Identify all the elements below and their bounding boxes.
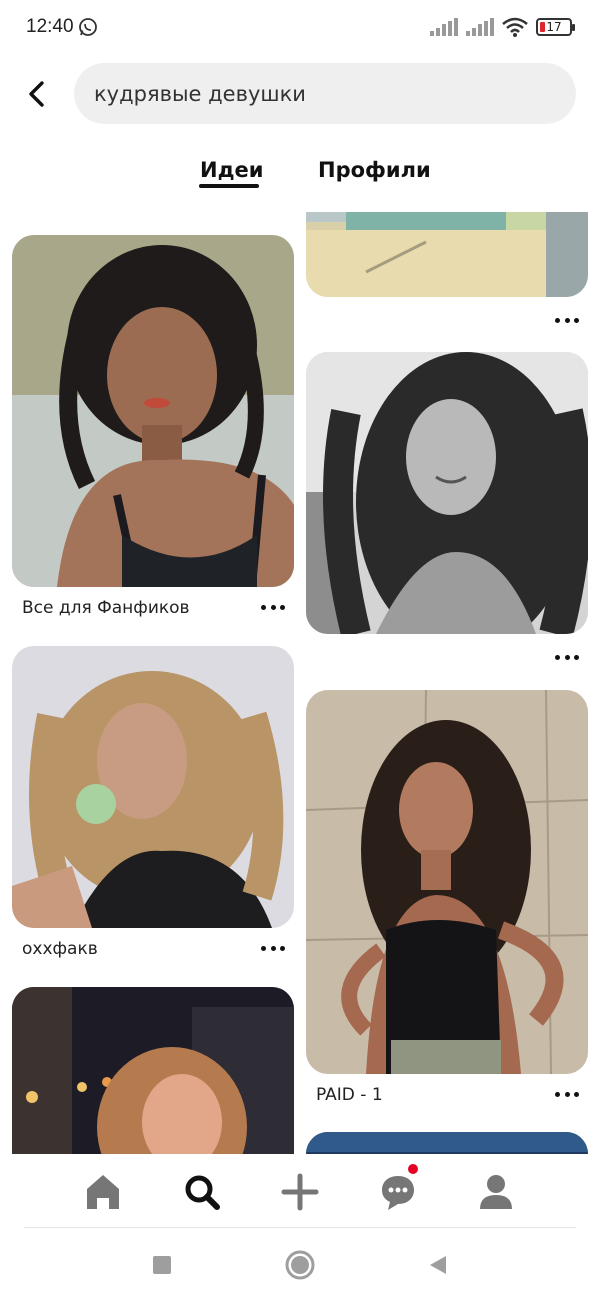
nav-divider	[24, 1227, 576, 1228]
tab-ideas[interactable]: Идеи	[200, 158, 264, 182]
status-icons: 17	[430, 16, 575, 38]
bottom-navigation	[0, 1154, 600, 1228]
active-tab-indicator	[199, 184, 259, 188]
more-options-button[interactable]	[261, 943, 285, 953]
status-time: 12:40	[26, 16, 74, 37]
tab-profiles[interactable]: Профили	[318, 158, 431, 182]
system-navigation	[0, 1230, 600, 1299]
pin-image[interactable]	[12, 646, 294, 928]
pin-image[interactable]	[306, 352, 588, 634]
wifi-icon	[502, 17, 528, 37]
plus-icon	[281, 1173, 319, 1211]
more-options-button[interactable]	[555, 652, 579, 662]
home-icon	[87, 1175, 119, 1209]
notification-dot	[408, 1164, 418, 1174]
back-button[interactable]	[18, 74, 54, 114]
search-icon	[185, 1175, 220, 1210]
pin-feed[interactable]: Все для Фанфиков оххфакв PAID - 1	[0, 212, 600, 1154]
nav-create-button[interactable]	[278, 1170, 322, 1214]
more-options-button[interactable]	[261, 602, 285, 612]
pin-image[interactable]	[12, 235, 294, 587]
status-bar: 12:40 17	[0, 0, 600, 56]
more-options-button[interactable]	[555, 315, 579, 325]
nav-home-button[interactable]	[81, 1170, 125, 1214]
pin-image[interactable]	[306, 1132, 588, 1154]
recents-button[interactable]	[147, 1250, 177, 1280]
more-options-button[interactable]	[555, 1089, 579, 1099]
profile-icon	[480, 1175, 512, 1209]
back-triangle-icon	[430, 1256, 446, 1274]
battery-level: 17	[546, 20, 562, 34]
home-circle-icon	[285, 1250, 315, 1280]
tabs: Идеи Профили	[0, 150, 600, 200]
search-bar[interactable]	[74, 63, 576, 124]
nav-profile-button[interactable]	[474, 1170, 518, 1214]
chevron-left-icon	[29, 81, 44, 107]
battery-icon: 17	[536, 18, 575, 36]
pin-image[interactable]	[306, 690, 588, 1074]
home-system-button[interactable]	[285, 1250, 315, 1280]
whatsapp-icon	[79, 18, 97, 36]
pin-title[interactable]: оххфакв	[22, 939, 98, 959]
signal-icon	[466, 18, 494, 36]
nav-messages-button[interactable]	[376, 1170, 420, 1214]
recents-square-icon	[153, 1256, 171, 1274]
back-system-button[interactable]	[423, 1250, 453, 1280]
pin-image[interactable]	[12, 987, 294, 1154]
nav-search-button[interactable]	[180, 1170, 224, 1214]
pin-title[interactable]: Все для Фанфиков	[22, 598, 190, 618]
search-input[interactable]	[94, 81, 576, 106]
pin-image[interactable]	[306, 212, 588, 297]
pin-title[interactable]: PAID - 1	[316, 1085, 383, 1105]
messages-icon	[382, 1176, 414, 1210]
signal-icon	[430, 18, 458, 36]
